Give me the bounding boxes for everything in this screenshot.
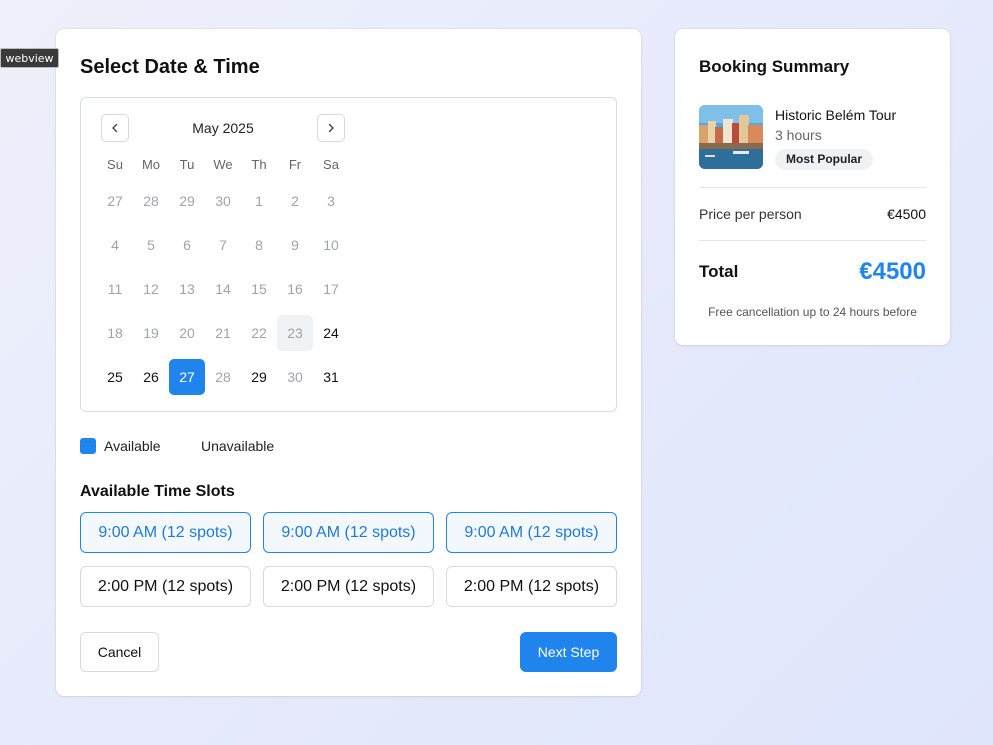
calendar-day: 19	[143, 325, 159, 341]
weekday-label: Sa	[323, 157, 339, 172]
calendar-day: 11	[107, 281, 123, 297]
chevron-right-icon	[328, 123, 334, 133]
calendar-day: 18	[107, 325, 123, 341]
calendar-day: 6	[183, 237, 191, 253]
cancellation-note: Free cancellation up to 24 hours before	[708, 305, 917, 319]
calendar-day: 27	[107, 193, 123, 209]
tour-name: Historic Belém Tour	[775, 107, 897, 123]
calendar-day: 4	[111, 237, 119, 253]
calendar-day[interactable]: 24	[313, 315, 349, 351]
tour-duration: 3 hours	[775, 127, 822, 143]
calendar-day: 14	[215, 281, 231, 297]
divider	[699, 240, 926, 241]
calendar-day: 28	[215, 369, 231, 385]
chevron-left-icon	[112, 123, 118, 133]
price-per-person-label: Price per person	[699, 206, 802, 222]
booking-summary-card: Booking Summary Historic Belém Tour 3 ho…	[675, 29, 950, 345]
page-title: Select Date & Time	[80, 56, 260, 78]
next-month-button[interactable]	[317, 114, 345, 142]
time-slot-button[interactable]: 2:00 PM (12 spots)	[80, 566, 251, 607]
calendar-day: 12	[143, 281, 159, 297]
weekday-label: Th	[251, 157, 267, 172]
calendar-day: 8	[255, 237, 263, 253]
weekday-label: Fr	[288, 157, 302, 172]
calendar-day: 15	[251, 281, 267, 297]
webview-label: webview	[0, 48, 59, 68]
time-slots-title: Available Time Slots	[80, 483, 235, 500]
calendar: May 2025 Su Mo Tu We Th Fr Sa 27 28 29 30 1 2 3 4 5 6 7 8…	[80, 97, 617, 412]
weekday-label: We	[213, 157, 233, 172]
weekday-label: Su	[107, 157, 123, 172]
calendar-day[interactable]: 29	[241, 359, 277, 395]
calendar-day[interactable]: 31	[313, 359, 349, 395]
calendar-day[interactable]: 26	[133, 359, 169, 395]
calendar-day: 2	[291, 193, 299, 209]
calendar-day: 1	[255, 193, 263, 209]
available-legend-label: Available	[104, 438, 161, 454]
calendar-day-today: 23	[277, 315, 313, 351]
weekday-label: Tu	[179, 157, 195, 172]
available-legend-swatch	[80, 438, 96, 454]
time-slot-button[interactable]: 9:00 AM (12 spots)	[446, 512, 617, 553]
price-per-person-value: €4500	[887, 206, 926, 222]
tour-thumbnail	[699, 105, 763, 169]
total-label: Total	[699, 262, 739, 281]
calendar-day: 3	[327, 193, 335, 209]
calendar-day: 22	[251, 325, 267, 341]
cancel-button[interactable]: Cancel	[80, 632, 159, 672]
calendar-day: 9	[291, 237, 299, 253]
date-time-card: Select Date & Time May 2025 Su Mo Tu We Th Fr…	[56, 29, 641, 696]
calendar-day: 20	[179, 325, 195, 341]
calendar-day: 30	[215, 193, 231, 209]
time-slot-button[interactable]: 9:00 AM (12 spots)	[263, 512, 434, 553]
calendar-day: 30	[287, 369, 303, 385]
most-popular-badge: Most Popular	[775, 149, 874, 170]
time-slot-button[interactable]: 9:00 AM (12 spots)	[80, 512, 251, 553]
next-step-button[interactable]: Next Step	[520, 632, 617, 672]
calendar-day: 21	[215, 325, 231, 341]
divider	[699, 187, 926, 188]
calendar-day: 28	[143, 193, 159, 209]
calendar-day[interactable]: 25	[97, 359, 133, 395]
calendar-day: 13	[179, 281, 195, 297]
calendar-day-selected[interactable]: 27	[169, 359, 205, 395]
calendar-day: 17	[323, 281, 339, 297]
unavailable-legend-label: Unavailable	[201, 438, 275, 454]
tour-photo-image	[699, 105, 763, 169]
weekday-label: Mo	[141, 157, 161, 172]
calendar-day: 7	[219, 237, 227, 253]
summary-title: Booking Summary	[699, 57, 850, 76]
calendar-day: 29	[179, 193, 195, 209]
calendar-day: 5	[147, 237, 155, 253]
total-value: €4500	[859, 258, 926, 285]
prev-month-button[interactable]	[101, 114, 129, 142]
time-slot-button[interactable]: 2:00 PM (12 spots)	[446, 566, 617, 607]
calendar-day: 10	[323, 237, 339, 253]
month-label: May 2025	[192, 120, 254, 136]
time-slot-button[interactable]: 2:00 PM (12 spots)	[263, 566, 434, 607]
calendar-day: 16	[287, 281, 303, 297]
